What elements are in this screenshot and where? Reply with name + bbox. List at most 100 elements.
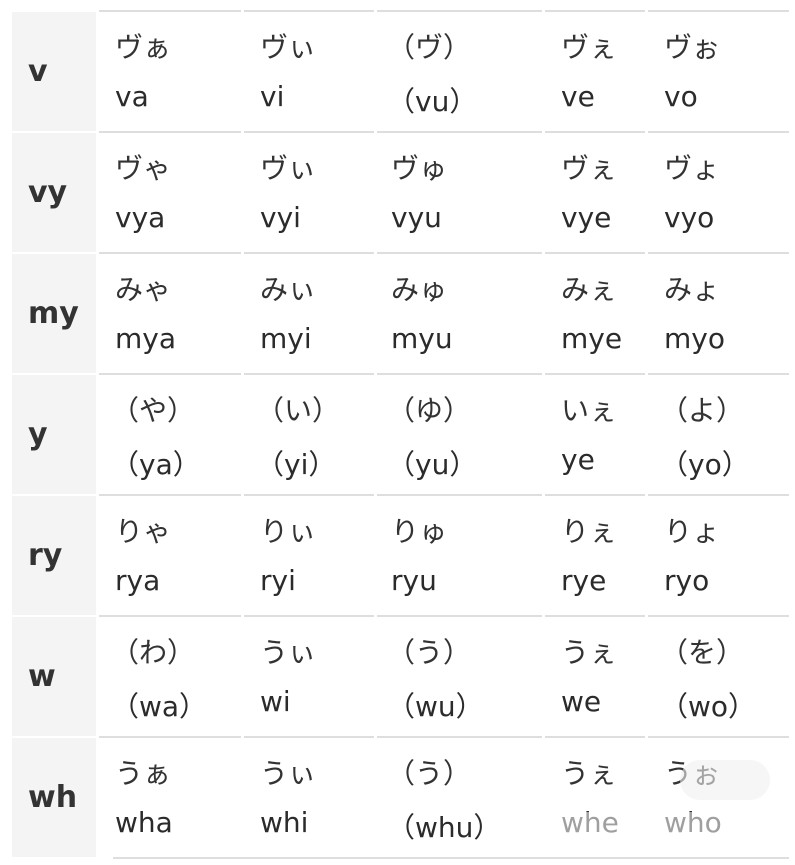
kana-text: （わ） bbox=[111, 636, 196, 669]
kana-text: （ゆ） bbox=[387, 394, 472, 427]
romaji-text: va bbox=[115, 80, 149, 113]
table-cell: （わ） （wa） bbox=[99, 615, 241, 736]
table-cell: ヴぇ ve bbox=[545, 10, 645, 131]
watermark-blob bbox=[680, 760, 770, 800]
romaji-text: rye bbox=[561, 564, 607, 597]
table-row: my みゃ mya みぃ myi みゅ myu みぇ mye みょ myo bbox=[12, 252, 792, 373]
table-cell: ヴぉ vo bbox=[648, 10, 789, 131]
kana-text: うぃ bbox=[260, 636, 317, 669]
table-bottom-border bbox=[113, 857, 789, 859]
table-cell: うぃ wi bbox=[244, 615, 374, 736]
table-cell: ヴぃ vi bbox=[244, 10, 374, 131]
kana-text: みゃ bbox=[115, 273, 172, 306]
table-cell: みょ myo bbox=[648, 252, 789, 373]
row-header: vy bbox=[12, 131, 96, 252]
kana-text: ヴょ bbox=[664, 152, 721, 185]
kana-romaji-table: v ヴぁ va ヴぃ vi （ヴ） （vu） ヴぇ ve ヴぉ vo vy ヴゃ vya ヴぃ vyi ヴゅ vy… bbox=[12, 10, 792, 859]
row-header: ry bbox=[12, 494, 96, 615]
kana-text: りゃ bbox=[115, 515, 172, 548]
table-cell: ヴょ vyo bbox=[648, 131, 789, 252]
row-header: v bbox=[12, 10, 96, 131]
romaji-text: （yi） bbox=[256, 448, 337, 481]
table-row: vy ヴゃ vya ヴぃ vyi ヴゅ vyu ヴぇ vye ヴょ vyo bbox=[12, 131, 792, 252]
table-row: y （や） （ya） （い） （yi） （ゆ） （yu） いぇ ye （よ） （yo） bbox=[12, 373, 792, 494]
romaji-text: vye bbox=[561, 201, 612, 234]
kana-text: （う） bbox=[387, 636, 472, 669]
table-cell: みゃ mya bbox=[99, 252, 241, 373]
kana-text: ヴぇ bbox=[561, 152, 618, 185]
table-cell: ヴぇ vye bbox=[545, 131, 645, 252]
kana-text: みゅ bbox=[391, 273, 448, 306]
romaji-text: （wa） bbox=[111, 690, 208, 723]
table-cell: ヴぃ vyi bbox=[244, 131, 374, 252]
table-cell: （や） （ya） bbox=[99, 373, 241, 494]
table-cell: うぇ we bbox=[545, 615, 645, 736]
row-header: y bbox=[12, 373, 96, 494]
table-cell: ヴゃ vya bbox=[99, 131, 241, 252]
table-cell: うぃ whi bbox=[244, 736, 374, 857]
kana-text: うぁ bbox=[115, 757, 172, 790]
romaji-text: whi bbox=[260, 806, 309, 839]
row-header: my bbox=[12, 252, 96, 373]
kana-text: うぇ bbox=[561, 636, 618, 669]
romaji-text: vyi bbox=[260, 201, 301, 234]
romaji-text: （yo） bbox=[660, 448, 750, 481]
kana-text: みぇ bbox=[561, 273, 618, 306]
table-cell: （う） （whu） bbox=[377, 736, 542, 857]
row-header: w bbox=[12, 615, 96, 736]
kana-text: （よ） bbox=[660, 394, 745, 427]
kana-text: （う） bbox=[387, 757, 472, 790]
romaji-text: mye bbox=[561, 322, 623, 355]
table-cell: みゅ myu bbox=[377, 252, 542, 373]
kana-text: りぇ bbox=[561, 515, 618, 548]
kana-text: （や） bbox=[111, 394, 196, 427]
romaji-text: vyo bbox=[664, 201, 715, 234]
romaji-text: wi bbox=[260, 685, 291, 718]
kana-text: みぃ bbox=[260, 273, 317, 306]
kana-text: ヴぁ bbox=[115, 31, 172, 64]
kana-text: （い） bbox=[256, 394, 341, 427]
romaji-text: vo bbox=[664, 80, 698, 113]
table-row: ry りゃ rya りぃ ryi りゅ ryu りぇ rye りょ ryo bbox=[12, 494, 792, 615]
romaji-text: rya bbox=[115, 564, 161, 597]
kana-text: うぇ bbox=[561, 757, 618, 790]
kana-text: りぃ bbox=[260, 515, 317, 548]
romaji-text: vya bbox=[115, 201, 166, 234]
kana-text: （を） bbox=[660, 636, 745, 669]
kana-text: ヴぇ bbox=[561, 31, 618, 64]
table-cell: りぃ ryi bbox=[244, 494, 374, 615]
table-cell: （よ） （yo） bbox=[648, 373, 789, 494]
row-header: wh bbox=[12, 736, 96, 857]
romaji-text: wha bbox=[115, 806, 173, 839]
kana-text: みょ bbox=[664, 273, 721, 306]
romaji-text: ryu bbox=[391, 564, 437, 597]
table-cell: りゅ ryu bbox=[377, 494, 542, 615]
table-cell: （う） （wu） bbox=[377, 615, 542, 736]
romaji-text: we bbox=[561, 685, 602, 718]
table-cell: りぇ rye bbox=[545, 494, 645, 615]
romaji-text: ye bbox=[561, 443, 595, 476]
kana-text: ヴぃ bbox=[260, 31, 317, 64]
romaji-text: （vu） bbox=[387, 85, 478, 118]
kana-text: ヴゃ bbox=[115, 152, 172, 185]
romaji-text: （wo） bbox=[660, 690, 757, 723]
romaji-text: vi bbox=[260, 80, 285, 113]
table-cell: （ゆ） （yu） bbox=[377, 373, 542, 494]
table-cell: りゃ rya bbox=[99, 494, 241, 615]
table-cell: （い） （yi） bbox=[244, 373, 374, 494]
table-cell: いぇ ye bbox=[545, 373, 645, 494]
table-row: w （わ） （wa） うぃ wi （う） （wu） うぇ we （を） （wo） bbox=[12, 615, 792, 736]
table-cell: みぃ myi bbox=[244, 252, 374, 373]
romaji-text: myo bbox=[664, 322, 725, 355]
romaji-text: myi bbox=[260, 322, 312, 355]
table-cell: りょ ryo bbox=[648, 494, 789, 615]
table-cell: ヴゅ vyu bbox=[377, 131, 542, 252]
romaji-text: （ya） bbox=[111, 448, 201, 481]
table-cell: ヴぁ va bbox=[99, 10, 241, 131]
table-cell: みぇ mye bbox=[545, 252, 645, 373]
romaji-text: mya bbox=[115, 322, 177, 355]
kana-text: りょ bbox=[664, 515, 721, 548]
romaji-text: vyu bbox=[391, 201, 442, 234]
kana-text: うぃ bbox=[260, 757, 317, 790]
kana-text: ヴぉ bbox=[664, 31, 721, 64]
